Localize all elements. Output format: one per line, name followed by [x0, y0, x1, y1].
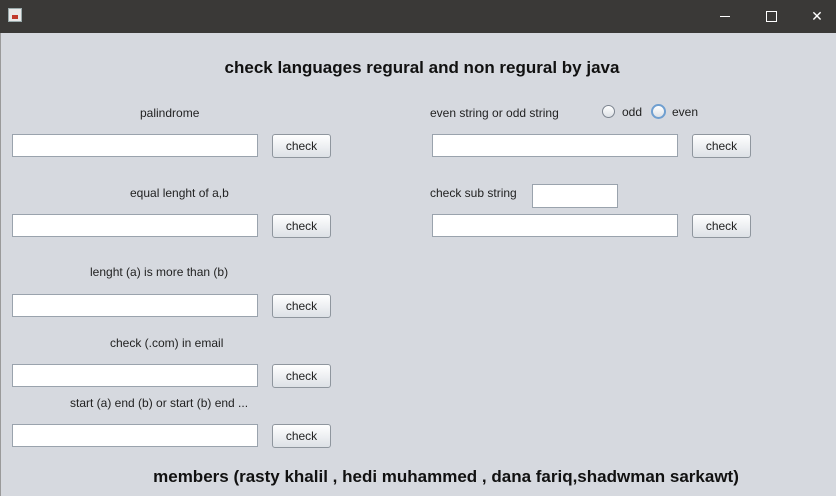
even-radio-label: even	[672, 105, 699, 119]
close-button[interactable]: ✕	[794, 0, 836, 33]
substring-input[interactable]	[432, 214, 678, 237]
more-a-check-button[interactable]: check	[272, 294, 331, 318]
maximize-button[interactable]	[748, 0, 794, 33]
substring-check-button[interactable]: check	[692, 214, 751, 238]
minimize-button[interactable]	[702, 0, 748, 33]
close-icon: ✕	[811, 8, 823, 25]
even-odd-label: even string or odd string	[430, 106, 559, 120]
email-input[interactable]	[12, 364, 258, 387]
odd-radio-label: odd	[622, 105, 643, 119]
even-radio[interactable]	[651, 104, 666, 119]
equal-length-input[interactable]	[12, 214, 258, 237]
equal-length-check-button[interactable]: check	[272, 214, 331, 238]
odd-radio[interactable]	[602, 105, 615, 118]
even-odd-input[interactable]	[432, 134, 678, 157]
more-a-label: lenght (a) is more than (b)	[90, 265, 229, 279]
start-end-label: start (a) end (b) or start (b) end ...	[70, 396, 249, 410]
members-footer: members (rasty khalil , hedi muhammed , …	[153, 467, 739, 486]
equal-length-label: equal lenght of a,b	[130, 186, 229, 200]
email-check-button[interactable]: check	[272, 364, 331, 388]
start-end-input[interactable]	[12, 424, 258, 447]
more-a-input[interactable]	[12, 294, 258, 317]
substring-label: check sub string	[430, 186, 517, 200]
even-odd-check-button[interactable]: check	[692, 134, 751, 158]
java-app-icon	[8, 8, 22, 22]
palindrome-check-button[interactable]: check	[272, 134, 331, 158]
email-label: check (.com) in email	[110, 336, 224, 350]
substring-pattern-input[interactable]	[532, 184, 618, 208]
title-bar: ✕	[0, 0, 836, 33]
minimize-icon	[720, 16, 730, 17]
start-end-check-button[interactable]: check	[272, 424, 331, 448]
page-title: check languages regural and non regural …	[224, 58, 620, 77]
palindrome-input[interactable]	[12, 134, 258, 157]
palindrome-label: palindrome	[140, 106, 200, 120]
maximize-icon	[765, 11, 777, 22]
